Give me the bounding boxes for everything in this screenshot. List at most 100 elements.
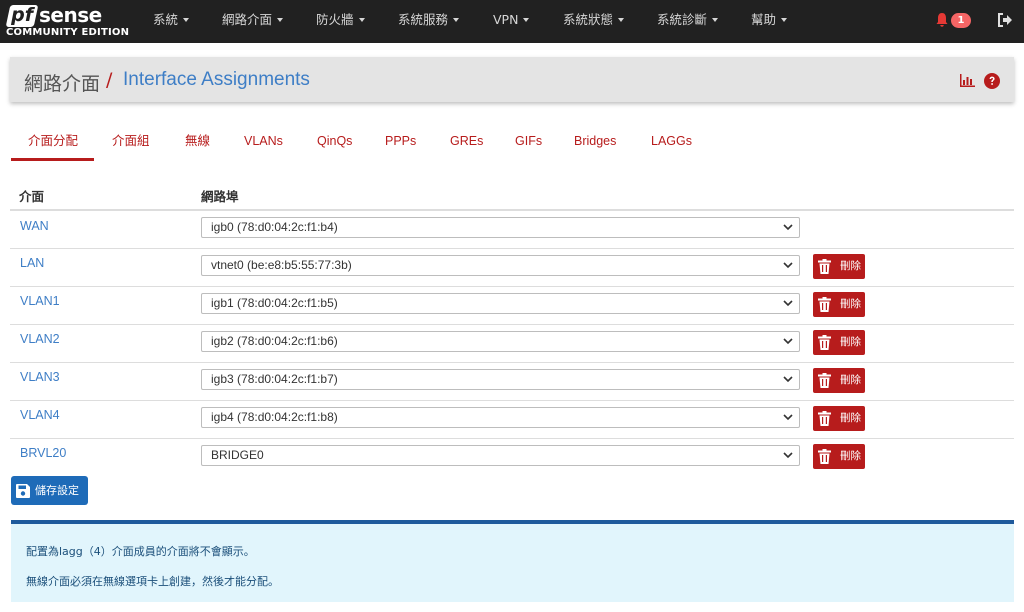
nav-menu-services[interactable]: 系統服務 xyxy=(398,0,460,43)
tab-interface-assignments[interactable]: 介面分配 xyxy=(11,124,94,161)
notification-count-badge[interactable]: 1 xyxy=(951,13,971,28)
delete-button-vlan1[interactable]: 刪除 xyxy=(813,292,865,317)
tab-gifs[interactable]: GIFs xyxy=(515,124,542,161)
port-select-vlan3[interactable]: igb3 (78:d0:04:2c:f1:b7) xyxy=(201,369,800,390)
tab-gres[interactable]: GREs xyxy=(450,124,483,161)
delete-button-lan[interactable]: 刪除 xyxy=(813,254,865,279)
delete-button-label: 刪除 xyxy=(840,450,861,462)
logo-word: sense xyxy=(39,3,102,27)
breadcrumb-current[interactable]: Interface Assignments xyxy=(123,69,310,91)
chart-icon[interactable] xyxy=(960,74,975,87)
pfsense-logo[interactable]: pf sense COMMUNITY EDITION xyxy=(5,3,130,40)
delete-button-label: 刪除 xyxy=(840,298,861,310)
port-select-value: igb0 (78:d0:04:2c:f1:b4) xyxy=(211,220,338,234)
caret-down-icon xyxy=(781,17,788,22)
caret-down-icon xyxy=(277,17,284,22)
column-header-port: 網路埠 xyxy=(201,189,239,204)
delete-button-label: 刪除 xyxy=(840,336,861,348)
port-select-vlan4[interactable]: igb4 (78:d0:04:2c:f1:b8) xyxy=(201,407,800,428)
chevron-down-icon xyxy=(783,414,793,421)
row-divider xyxy=(10,324,1014,325)
help-icon[interactable] xyxy=(984,73,1000,89)
tab-vlans[interactable]: VLANs xyxy=(244,124,283,161)
row-divider xyxy=(10,286,1014,287)
floppy-disk-icon xyxy=(16,484,30,498)
row-divider xyxy=(10,362,1014,363)
logout-icon[interactable] xyxy=(997,12,1013,28)
info-callout: 配置為lagg（4）介面成員的介面將不會顯示。 無線介面必須在無線選項卡上創建，… xyxy=(11,520,1014,602)
caret-down-icon xyxy=(712,17,719,22)
column-header-interface: 介面 xyxy=(19,189,45,204)
trash-icon xyxy=(818,259,831,274)
port-select-lan[interactable]: vtnet0 (be:e8:b5:55:77:3b) xyxy=(201,255,800,276)
logo-edition: COMMUNITY EDITION xyxy=(6,27,130,38)
logo-mark: pf xyxy=(5,4,39,27)
trash-icon xyxy=(818,297,831,312)
nav-menu-interfaces[interactable]: 網路介面 xyxy=(222,0,284,43)
interface-link-lan[interactable]: LAN xyxy=(20,256,44,270)
chevron-down-icon xyxy=(783,300,793,307)
delete-button-brvl20[interactable]: 刪除 xyxy=(813,444,865,469)
caret-down-icon xyxy=(453,17,460,22)
trash-icon xyxy=(818,335,831,350)
tab-bridges[interactable]: Bridges xyxy=(574,124,616,161)
tab-ppps[interactable]: PPPs xyxy=(385,124,416,161)
nav-menu-help[interactable]: 幫助 xyxy=(751,0,788,43)
top-navbar: pf sense COMMUNITY EDITION 系統 網路介面 防火牆 系… xyxy=(0,0,1024,43)
delete-button-vlan2[interactable]: 刪除 xyxy=(813,330,865,355)
caret-down-icon xyxy=(183,17,190,22)
breadcrumb-separator: / xyxy=(106,69,113,91)
chevron-down-icon xyxy=(783,262,793,269)
nav-menu-vpn[interactable]: VPN xyxy=(493,0,530,43)
interface-link-brvl20[interactable]: BRVL20 xyxy=(20,446,66,460)
delete-button-label: 刪除 xyxy=(840,412,861,424)
port-select-value: igb2 (78:d0:04:2c:f1:b6) xyxy=(211,334,338,348)
caret-down-icon xyxy=(618,17,625,22)
header-divider xyxy=(10,209,1014,211)
delete-button-vlan4[interactable]: 刪除 xyxy=(813,406,865,431)
tab-qinqs[interactable]: QinQs xyxy=(317,124,352,161)
delete-button-label: 刪除 xyxy=(840,374,861,386)
interface-link-vlan3[interactable]: VLAN3 xyxy=(20,370,60,384)
nav-menu-diagnostics[interactable]: 系統診斷 xyxy=(657,0,719,43)
nav-menu-status[interactable]: 系統狀態 xyxy=(563,0,625,43)
bell-icon[interactable] xyxy=(935,12,949,28)
trash-icon xyxy=(818,449,831,464)
chevron-down-icon xyxy=(783,452,793,459)
interface-link-wan[interactable]: WAN xyxy=(20,219,49,233)
delete-button-vlan3[interactable]: 刪除 xyxy=(813,368,865,393)
port-select-value: igb1 (78:d0:04:2c:f1:b5) xyxy=(211,296,338,310)
breadcrumb-root: 網路介面 xyxy=(24,73,101,95)
info-line-lagg: 配置為lagg（4）介面成員的介面將不會顯示。 xyxy=(26,545,255,558)
row-divider xyxy=(10,400,1014,401)
port-select-value: igb4 (78:d0:04:2c:f1:b8) xyxy=(211,410,338,424)
info-line-wireless: 無線介面必須在無線選項卡上創建，然後才能分配。 xyxy=(26,575,279,588)
chevron-down-icon xyxy=(783,338,793,345)
trash-icon xyxy=(818,411,831,426)
interface-link-vlan1[interactable]: VLAN1 xyxy=(20,294,60,308)
delete-button-label: 刪除 xyxy=(840,260,861,272)
breadcrumb: 網路介面 / Interface Assignments xyxy=(10,57,1014,102)
port-select-value: BRIDGE0 xyxy=(211,448,264,462)
chevron-down-icon xyxy=(783,224,793,231)
nav-menu-firewall[interactable]: 防火牆 xyxy=(316,0,365,43)
port-select-brvl20[interactable]: BRIDGE0 xyxy=(201,445,800,466)
interface-link-vlan4[interactable]: VLAN4 xyxy=(20,408,60,422)
tab-wireless[interactable]: 無線 xyxy=(185,124,210,161)
chevron-down-icon xyxy=(783,376,793,383)
save-button[interactable]: 儲存設定 xyxy=(11,476,88,505)
tab-interface-groups[interactable]: 介面組 xyxy=(112,124,150,161)
row-divider xyxy=(10,248,1014,249)
caret-down-icon xyxy=(358,17,365,22)
row-divider xyxy=(10,438,1014,439)
caret-down-icon xyxy=(523,17,530,22)
port-select-vlan1[interactable]: igb1 (78:d0:04:2c:f1:b5) xyxy=(201,293,800,314)
interface-link-vlan2[interactable]: VLAN2 xyxy=(20,332,60,346)
port-select-value: vtnet0 (be:e8:b5:55:77:3b) xyxy=(211,258,352,272)
tab-laggs[interactable]: LAGGs xyxy=(651,124,692,161)
port-select-vlan2[interactable]: igb2 (78:d0:04:2c:f1:b6) xyxy=(201,331,800,352)
trash-icon xyxy=(818,373,831,388)
nav-menu-system[interactable]: 系統 xyxy=(153,0,190,43)
port-select-value: igb3 (78:d0:04:2c:f1:b7) xyxy=(211,372,338,386)
port-select-wan[interactable]: igb0 (78:d0:04:2c:f1:b4) xyxy=(201,217,800,238)
